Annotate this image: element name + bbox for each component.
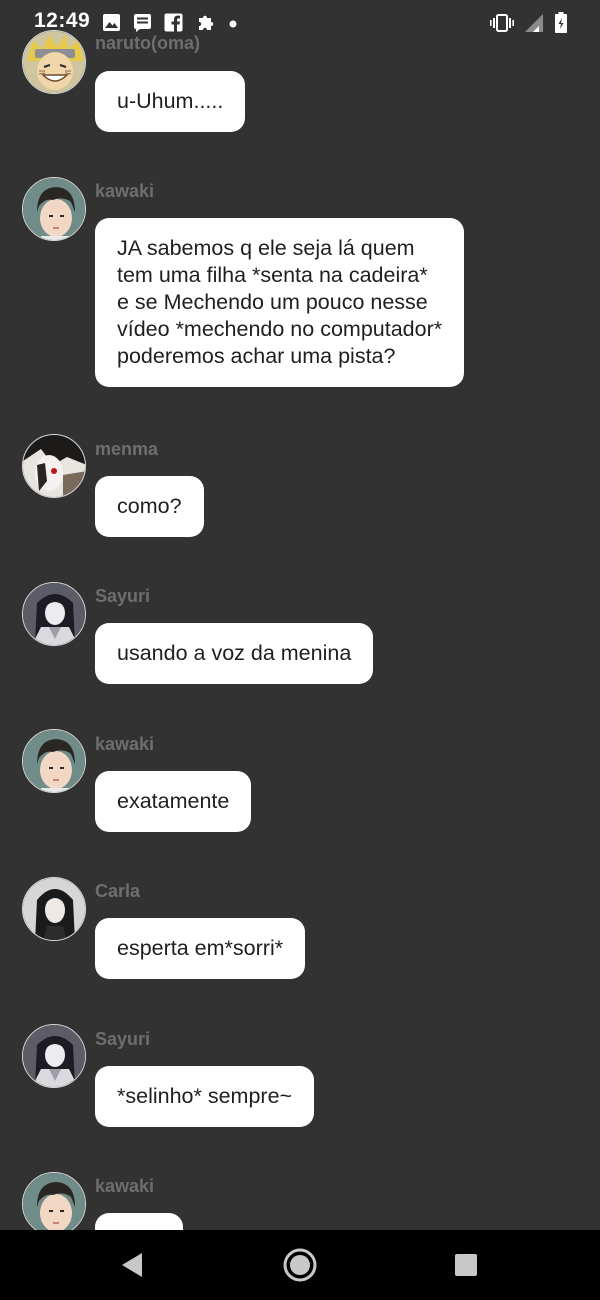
notification-icons bbox=[102, 12, 238, 38]
message-bubble[interactable]: exatamente bbox=[95, 771, 252, 832]
home-icon[interactable] bbox=[282, 1247, 318, 1288]
navigation-bar bbox=[0, 1230, 600, 1300]
carla-avatar[interactable] bbox=[22, 877, 86, 941]
dot-icon bbox=[228, 16, 238, 34]
status-bar: 12:49 bbox=[0, 0, 600, 44]
message-bubble[interactable] bbox=[95, 1213, 183, 1230]
kawaki-avatar[interactable] bbox=[22, 729, 86, 793]
status-time: 12:49 bbox=[34, 9, 91, 32]
message-author[interactable]: kawaki bbox=[95, 1176, 154, 1197]
message-bubble[interactable]: como? bbox=[95, 476, 204, 537]
battery-icon bbox=[554, 12, 568, 39]
message-bubble[interactable]: usando a voz da menina bbox=[95, 623, 374, 684]
message-icon bbox=[133, 13, 152, 37]
message-author[interactable]: Sayuri bbox=[95, 586, 150, 607]
message-bubble[interactable]: esperta em*sorri* bbox=[95, 918, 306, 979]
message-bubble[interactable]: *selinho* sempre~ bbox=[95, 1066, 315, 1127]
image-icon bbox=[102, 13, 121, 37]
menma-avatar[interactable] bbox=[22, 434, 86, 498]
puzzle-icon bbox=[195, 12, 216, 38]
message-bubble[interactable]: JA sabemos q ele seja lá quem tem uma fi… bbox=[95, 218, 465, 387]
message-author[interactable]: kawaki bbox=[95, 181, 154, 202]
facebook-icon bbox=[164, 13, 183, 37]
chat-thread[interactable]: naruto(oma) u-Uhum..... kawaki JA sabemo… bbox=[0, 0, 600, 1230]
sayuri-avatar[interactable] bbox=[22, 1024, 86, 1088]
message-bubble[interactable]: u-Uhum..... bbox=[95, 71, 246, 132]
signal-icon bbox=[524, 13, 544, 38]
vibrate-icon bbox=[490, 13, 514, 38]
message-author[interactable]: Carla bbox=[95, 881, 140, 902]
sayuri-avatar[interactable] bbox=[22, 582, 86, 646]
recents-icon[interactable] bbox=[454, 1253, 478, 1282]
message-author[interactable]: menma bbox=[95, 439, 158, 460]
system-icons bbox=[490, 12, 568, 39]
message-author[interactable]: kawaki bbox=[95, 734, 154, 755]
kawaki-avatar[interactable] bbox=[22, 1172, 86, 1230]
back-icon[interactable] bbox=[119, 1250, 145, 1285]
message-author[interactable]: Sayuri bbox=[95, 1029, 150, 1050]
kawaki-avatar[interactable] bbox=[22, 177, 86, 241]
